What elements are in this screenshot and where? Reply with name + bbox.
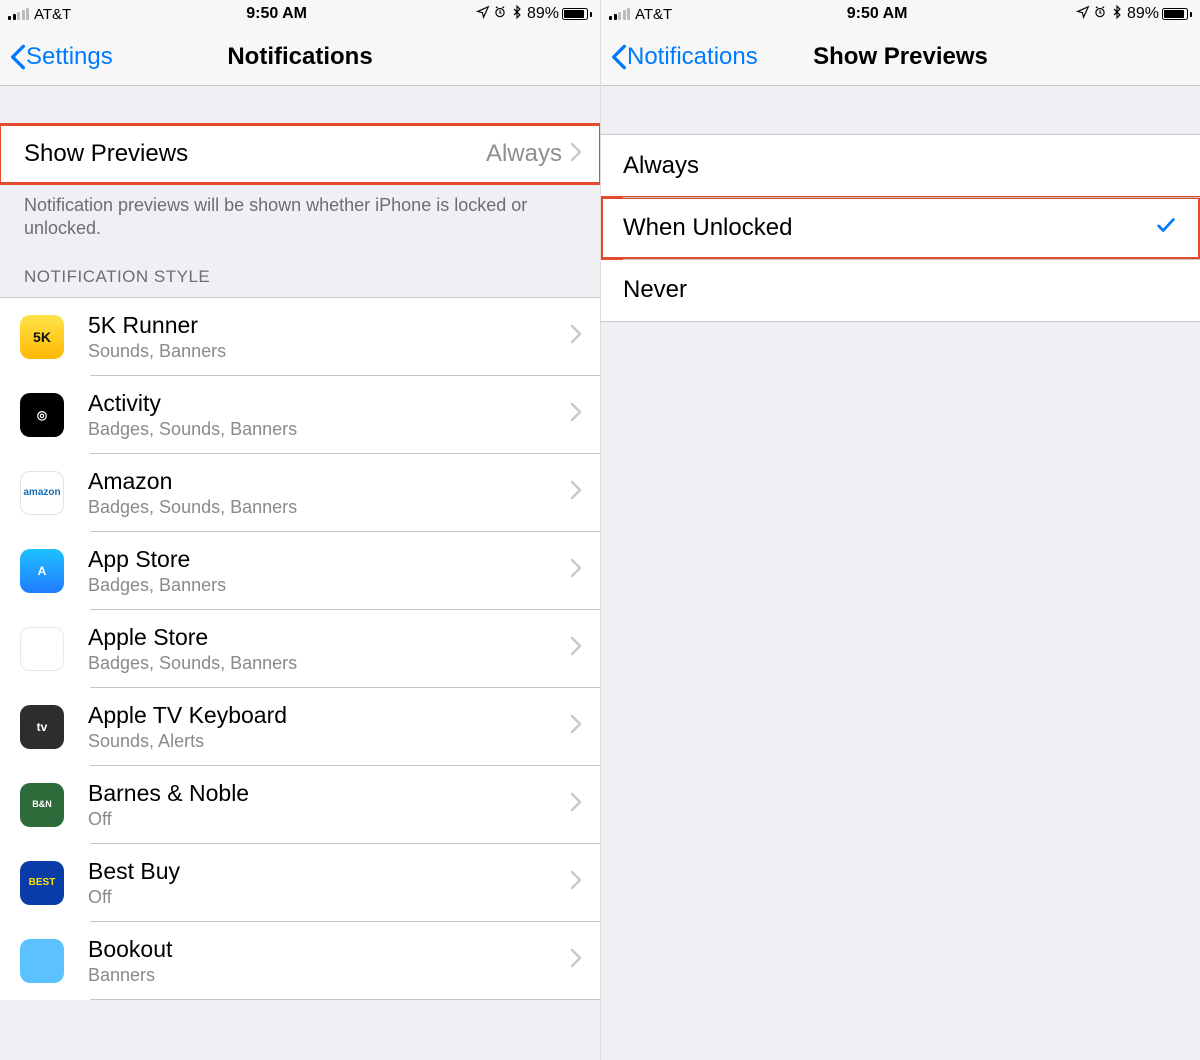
app-icon: ◎ xyxy=(20,393,64,437)
app-name: Apple Store xyxy=(88,624,570,651)
app-name: Bookout xyxy=(88,936,570,963)
app-name: App Store xyxy=(88,546,570,573)
app-subtitle: Badges, Sounds, Banners xyxy=(88,419,570,440)
app-row[interactable]: amazon AmazonBadges, Sounds, Banners xyxy=(0,454,600,532)
battery-icon xyxy=(1162,8,1192,20)
status-bar: AT&T 9:50 AM 89% xyxy=(0,0,600,28)
app-row[interactable]: BEST Best BuyOff xyxy=(0,844,600,922)
row-label: Show Previews xyxy=(24,140,486,168)
app-row[interactable]: A App StoreBadges, Banners xyxy=(0,532,600,610)
app-icon: BEST xyxy=(20,861,64,905)
chevron-right-icon xyxy=(570,324,582,349)
carrier-label: AT&T xyxy=(635,6,672,23)
screen-show-previews: AT&T 9:50 AM 89% Notifications Show Prev… xyxy=(600,0,1200,1060)
app-row[interactable]: B&N Barnes & NobleOff xyxy=(0,766,600,844)
option-label: Never xyxy=(623,276,687,304)
alarm-icon xyxy=(493,5,507,24)
section-header: NOTIFICATION STYLE xyxy=(0,241,600,297)
nav-bar: Notifications Show Previews xyxy=(601,28,1200,86)
option-row[interactable]: Always xyxy=(601,135,1200,197)
show-previews-row[interactable]: Show Previews Always xyxy=(0,125,600,183)
status-time: 9:50 AM xyxy=(847,5,908,23)
chevron-right-icon xyxy=(570,792,582,817)
app-row[interactable]: 5K 5K RunnerSounds, Banners xyxy=(0,298,600,376)
bluetooth-icon xyxy=(1110,5,1124,24)
option-label: Always xyxy=(623,152,699,180)
app-subtitle: Badges, Sounds, Banners xyxy=(88,497,570,518)
app-name: Apple TV Keyboard xyxy=(88,702,570,729)
app-name: Amazon xyxy=(88,468,570,495)
back-button[interactable]: Settings xyxy=(10,43,113,71)
battery-pct: 89% xyxy=(527,5,559,23)
signal-icon xyxy=(609,8,630,20)
signal-icon xyxy=(8,8,29,20)
app-subtitle: Off xyxy=(88,809,570,830)
app-icon: A xyxy=(20,549,64,593)
app-row[interactable]: ◎ ActivityBadges, Sounds, Banners xyxy=(0,376,600,454)
chevron-right-icon xyxy=(570,480,582,505)
screen-notifications: AT&T 9:50 AM 89% Settings Notifications xyxy=(0,0,600,1060)
chevron-right-icon xyxy=(570,948,582,973)
app-row[interactable]: tv Apple TV KeyboardSounds, Alerts xyxy=(0,688,600,766)
back-button[interactable]: Notifications xyxy=(611,43,758,71)
app-icon: amazon xyxy=(20,471,64,515)
status-bar: AT&T 9:50 AM 89% xyxy=(601,0,1200,28)
app-icon: tv xyxy=(20,705,64,749)
back-label: Notifications xyxy=(627,43,758,71)
checkmark-icon xyxy=(1154,214,1178,243)
app-icon xyxy=(20,627,64,671)
carrier-label: AT&T xyxy=(34,6,71,23)
chevron-right-icon xyxy=(570,870,582,895)
app-subtitle: Badges, Banners xyxy=(88,575,570,596)
chevron-right-icon xyxy=(570,142,582,167)
chevron-right-icon xyxy=(570,558,582,583)
app-subtitle: Sounds, Banners xyxy=(88,341,570,362)
app-icon: B&N xyxy=(20,783,64,827)
option-row[interactable]: Never xyxy=(601,259,1200,321)
app-subtitle: Sounds, Alerts xyxy=(88,731,570,752)
app-name: Activity xyxy=(88,390,570,417)
battery-icon xyxy=(562,8,592,20)
chevron-right-icon xyxy=(570,714,582,739)
app-icon xyxy=(20,939,64,983)
alarm-icon xyxy=(1093,5,1107,24)
option-row[interactable]: When Unlocked xyxy=(601,197,1200,259)
app-name: Best Buy xyxy=(88,858,570,885)
app-row[interactable]: Apple StoreBadges, Sounds, Banners xyxy=(0,610,600,688)
app-name: 5K Runner xyxy=(88,312,570,339)
chevron-right-icon xyxy=(570,402,582,427)
app-subtitle: Badges, Sounds, Banners xyxy=(88,653,570,674)
nav-bar: Settings Notifications xyxy=(0,28,600,86)
chevron-right-icon xyxy=(570,636,582,661)
option-label: When Unlocked xyxy=(623,214,792,242)
status-time: 9:50 AM xyxy=(246,5,307,23)
row-value: Always xyxy=(486,140,562,168)
back-label: Settings xyxy=(26,43,113,71)
app-subtitle: Off xyxy=(88,887,570,908)
app-icon: 5K xyxy=(20,315,64,359)
app-row[interactable]: BookoutBanners xyxy=(0,922,600,1000)
bluetooth-icon xyxy=(510,5,524,24)
section-footer: Notification previews will be shown whet… xyxy=(0,184,600,241)
battery-pct: 89% xyxy=(1127,5,1159,23)
location-icon xyxy=(476,5,490,24)
location-icon xyxy=(1076,5,1090,24)
app-name: Barnes & Noble xyxy=(88,780,570,807)
app-subtitle: Banners xyxy=(88,965,570,986)
